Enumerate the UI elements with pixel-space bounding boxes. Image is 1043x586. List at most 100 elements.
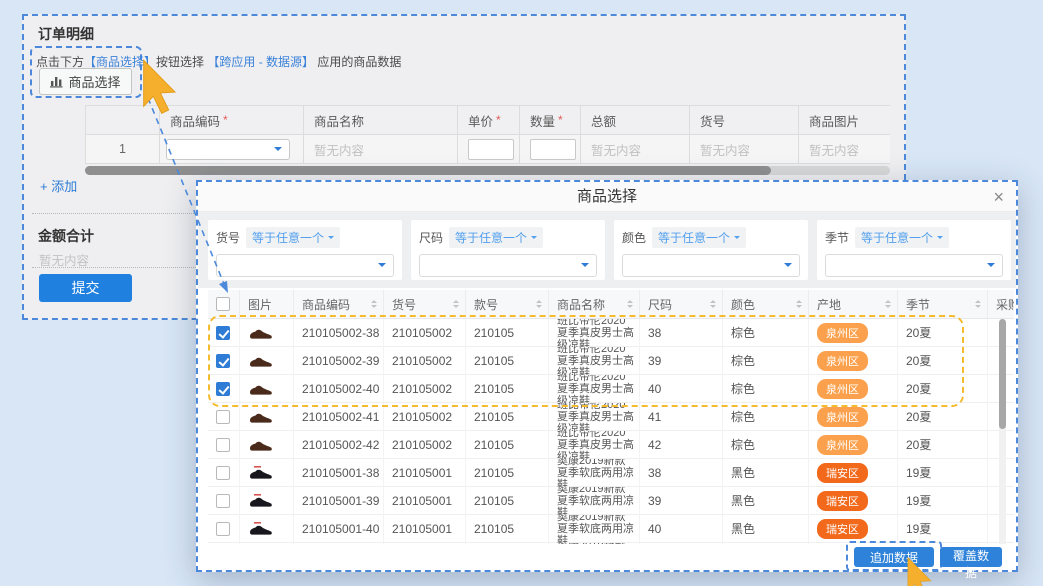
hint-suffix: 应用的商品数据 [317, 55, 401, 69]
row-checkbox[interactable] [216, 522, 230, 536]
col-label: 采购价 [996, 296, 1014, 313]
product-code-select[interactable] [166, 139, 290, 160]
filter-value-select[interactable] [419, 254, 597, 277]
col-label: 货号 [392, 296, 416, 313]
product-select-button[interactable]: 商品选择 [39, 68, 132, 95]
origin-badge: 瑞安区 [817, 491, 868, 511]
row-checkbox-cell [208, 375, 240, 403]
filter-value-select[interactable] [622, 254, 800, 277]
row-checkbox[interactable] [216, 410, 230, 424]
form-cell: 暂无内容 [689, 135, 799, 164]
sort-icon[interactable] [710, 300, 716, 308]
shoe-image [248, 438, 274, 452]
filter-value-select[interactable] [825, 254, 1003, 277]
product-color: 黑色 [723, 459, 809, 487]
close-icon[interactable]: × [993, 185, 1004, 209]
cell-text: 210105002 [392, 410, 452, 424]
product-name: 班比帝伦2020夏季真皮男士高级凉鞋 [549, 403, 640, 431]
product-row[interactable]: 210105001-39210105001210105奥康2019新款夏季软底两… [208, 487, 1014, 515]
cell-text: 棕色 [731, 352, 755, 369]
cell-text: 棕色 [731, 324, 755, 341]
sort-icon[interactable] [536, 300, 542, 308]
col-label: 总额 [591, 111, 616, 130]
row-checkbox[interactable] [216, 354, 230, 368]
product-size: 40 [640, 515, 723, 543]
hint-link-datasource: 【跨应用 - 数据源】 [207, 55, 314, 69]
product-season: 19夏 [898, 515, 988, 543]
overwrite-data-button[interactable]: 覆盖数据 [940, 547, 1002, 567]
product-row[interactable]: 210105002-41210105002210105班比帝伦2020夏季真皮男… [208, 403, 1014, 431]
row-checkbox[interactable] [216, 326, 230, 340]
product-row[interactable]: 210105001-38210105001210105奥康2019新款夏季软底两… [208, 459, 1014, 487]
unit-price-input[interactable] [468, 139, 514, 160]
product-image-cell [240, 515, 294, 543]
sort-icon[interactable] [885, 300, 891, 308]
product-season: 20夏 [898, 403, 988, 431]
product-row[interactable]: 210105002-38210105002210105班比帝伦2020夏季真皮男… [208, 319, 1014, 347]
empty-placeholder: 暂无内容 [809, 140, 859, 159]
product-image-cell [240, 347, 294, 375]
product-style-no: 210105 [466, 347, 549, 375]
horizontal-scrollbar-thumb[interactable] [85, 166, 771, 175]
cell-text: 210105002 [392, 326, 452, 340]
quantity-input[interactable] [530, 139, 576, 160]
product-item-no: 210105001 [384, 515, 466, 543]
product-code: 210105001-40 [294, 515, 384, 543]
cell-text: 42 [648, 438, 661, 452]
filter-operator-dropdown[interactable]: 等于任意一个 [652, 227, 746, 248]
product-col-header: 季节 [898, 290, 988, 319]
product-code: 210105002-42 [294, 431, 384, 459]
product-color: 棕色 [723, 319, 809, 347]
product-origin: 泉州区 [809, 403, 898, 431]
cell-text: 210105001-39 [302, 494, 379, 508]
filter-value-select[interactable] [216, 254, 394, 277]
cell-text: 19夏 [906, 492, 931, 509]
append-data-button[interactable]: 追加数据 [854, 547, 934, 567]
row-checkbox[interactable] [216, 466, 230, 480]
sort-icon[interactable] [371, 300, 377, 308]
row-index: 1 [96, 142, 159, 156]
product-row[interactable]: 210105002-42210105002210105班比帝伦2020夏季真皮男… [208, 431, 1014, 459]
cell-text: 210105002-40 [302, 382, 379, 396]
product-row[interactable]: 210105002-39210105002210105班比帝伦2020夏季真皮男… [208, 347, 1014, 375]
select-all-checkbox[interactable] [216, 297, 230, 311]
row-checkbox[interactable] [216, 438, 230, 452]
horizontal-scrollbar[interactable] [85, 166, 890, 175]
form-cell: 1 [85, 135, 160, 164]
order-items-table-row: 1暂无内容暂无内容暂无内容暂无内容 [85, 135, 890, 164]
filter-card-4: 季节等于任意一个 [817, 220, 1011, 280]
filter-label: 尺码 [419, 229, 443, 246]
vertical-scrollbar[interactable] [999, 319, 1006, 429]
add-row-link[interactable]: + 添加 [40, 176, 77, 195]
chevron-down-icon [784, 263, 792, 267]
modal-title: 商品选择 [198, 182, 1016, 212]
cell-text: 210105 [474, 494, 514, 508]
filter-bar: 货号等于任意一个尺码等于任意一个颜色等于任意一个季节等于任意一个 [198, 212, 1016, 288]
filter-operator-label: 等于任意一个 [658, 229, 730, 246]
filter-operator-dropdown[interactable]: 等于任意一个 [449, 227, 543, 248]
filter-operator-dropdown[interactable]: 等于任意一个 [855, 227, 949, 248]
sort-icon[interactable] [975, 300, 981, 308]
cell-text: 棕色 [731, 380, 755, 397]
product-name: 班比帝伦2020夏季真皮男士高级凉鞋 [549, 319, 640, 347]
sort-icon[interactable] [627, 300, 633, 308]
form-col-header: 商品编码* [159, 105, 304, 135]
product-name: 班比帝伦2020夏季真皮男士高级凉鞋 [549, 347, 640, 375]
cell-text: 41 [648, 410, 661, 424]
product-row[interactable]: 210105002-40210105002210105班比帝伦2020夏季真皮男… [208, 375, 1014, 403]
product-row[interactable]: 210105001-40210105001210105奥康2019新款夏季软底两… [208, 515, 1014, 543]
product-style-no: 210105 [466, 319, 549, 347]
sort-icon[interactable] [796, 300, 802, 308]
total-amount-title: 金额合计 [38, 226, 94, 246]
chevron-down-icon [274, 147, 282, 151]
row-checkbox[interactable] [216, 494, 230, 508]
filter-label: 季节 [825, 229, 849, 246]
submit-button[interactable]: 提交 [39, 274, 132, 302]
product-size: 42 [640, 431, 723, 459]
form-cell [457, 135, 520, 164]
filter-operator-dropdown[interactable]: 等于任意一个 [246, 227, 340, 248]
sort-icon[interactable] [453, 300, 459, 308]
product-size: 38 [640, 459, 723, 487]
row-checkbox[interactable] [216, 382, 230, 396]
origin-badge: 泉州区 [817, 351, 868, 371]
